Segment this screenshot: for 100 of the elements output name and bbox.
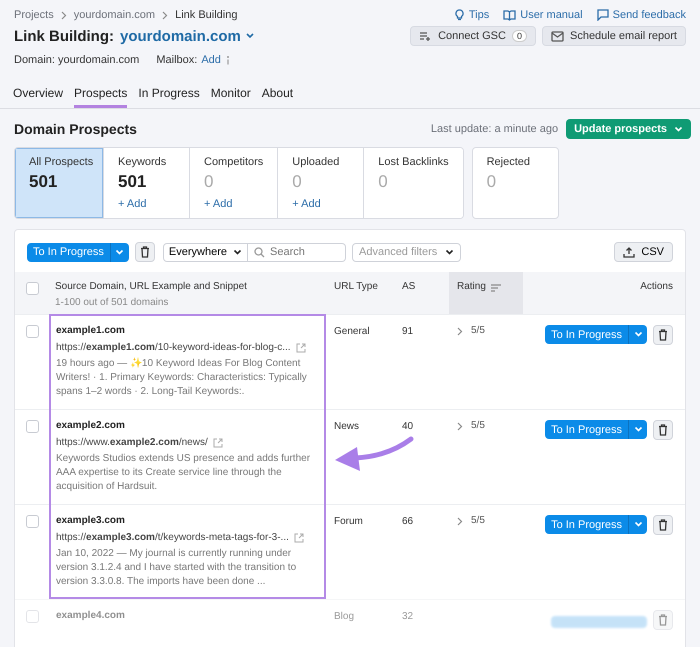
caret-icon — [445, 248, 454, 256]
scope-dropdown[interactable]: Everywhere — [162, 242, 248, 262]
chevron-icon[interactable] — [457, 422, 463, 431]
url-link[interactable]: https://www.example2.com/news/ — [56, 437, 208, 448]
schedule-email-button[interactable]: Schedule email report — [542, 26, 686, 46]
domain-name: example3.com — [56, 515, 126, 526]
nav-tab[interactable]: Prospects — [74, 86, 128, 108]
column-header[interactable]: URL Type — [326, 272, 396, 314]
to-in-progress-button[interactable]: To In Progress — [545, 325, 629, 344]
header-link[interactable]: Tips — [454, 9, 490, 21]
url-type: General — [334, 326, 370, 337]
column-header[interactable]: Source Domain, URL Example and Snippet 1-100 out of 501 domains — [49, 272, 326, 314]
header-link[interactable]: Send feedback — [596, 9, 686, 21]
delete-button[interactable] — [653, 420, 673, 440]
prospect-tab[interactable]: All Prospects 501 — [15, 148, 104, 218]
url-link[interactable]: https://example1.com/10-keyword-ideas-for-blog-c... — [56, 342, 291, 353]
chevron-icon[interactable] — [457, 327, 463, 336]
trash-icon — [658, 519, 668, 531]
nav-tab[interactable]: About — [262, 86, 294, 108]
caret-icon — [233, 248, 242, 256]
dropdown-button[interactable] — [629, 515, 647, 534]
envelope-icon — [550, 30, 564, 42]
speech-bubble-icon — [596, 9, 609, 21]
upload-icon — [623, 246, 636, 258]
column-header[interactable]: Actions — [523, 272, 685, 314]
trash-icon — [658, 329, 668, 341]
authority-score: 66 — [402, 516, 414, 527]
add-mailbox-link[interactable]: Add — [201, 54, 221, 66]
caret-icon — [244, 32, 255, 40]
row-checkbox[interactable] — [26, 515, 38, 528]
row-checkbox[interactable] — [26, 325, 38, 338]
caret-icon — [115, 248, 124, 256]
external-link-icon — [296, 342, 306, 352]
rating-value: 5/5 — [471, 325, 485, 336]
delete-button[interactable] — [653, 515, 673, 535]
info-icon — [224, 54, 231, 66]
chevron-icon[interactable] — [457, 517, 463, 526]
section-title: Domain Prospects — [14, 121, 137, 137]
chevron-icon — [60, 10, 67, 20]
rating-value: 5/5 — [471, 515, 485, 526]
rejected-tab[interactable]: Rejected 0 — [472, 147, 559, 219]
connect-gsc-button[interactable]: Connect GSC 0 — [410, 26, 536, 46]
caret-icon — [674, 126, 683, 132]
search-icon — [254, 246, 265, 258]
trash-icon — [140, 246, 150, 258]
url-type: News — [334, 421, 360, 432]
column-header[interactable]: Rating — [449, 272, 523, 314]
snippet-text: Jan 10, 2022 — My journal is currently running under version 3.1.2.4 and I have started with the transition to version 3.3.0.8. The imports have been done ... — [56, 547, 298, 589]
caret-icon — [634, 426, 642, 433]
to-in-progress-button[interactable]: To In Progress — [545, 515, 629, 534]
authority-score: 40 — [402, 421, 414, 432]
update-prospects-button[interactable]: Update prospects — [566, 119, 691, 139]
header-link[interactable]: User manual — [503, 9, 583, 21]
dropdown-button[interactable] — [110, 242, 129, 262]
url-type: Forum — [334, 516, 363, 527]
caret-icon — [634, 521, 642, 528]
page-title: Link Building: — [14, 28, 114, 44]
select-all-checkbox[interactable] — [26, 282, 38, 295]
nav-tab[interactable]: Monitor — [210, 86, 251, 108]
authority-score: 91 — [402, 326, 414, 337]
caret-icon — [634, 331, 642, 338]
row-checkbox[interactable] — [26, 420, 38, 433]
external-link-icon — [294, 532, 304, 542]
row-checkbox[interactable] — [26, 610, 38, 623]
list-plus-icon — [419, 30, 432, 42]
external-link-icon — [212, 438, 223, 448]
mailbox-label: Mailbox: — [156, 54, 198, 66]
count-badge: 0 — [512, 30, 527, 42]
lightbulb-icon — [454, 9, 465, 21]
delete-button[interactable] — [653, 325, 673, 345]
domain-name: example1.com — [56, 325, 126, 336]
nav-tab[interactable]: In Progress — [138, 86, 200, 108]
url-type: Blog — [334, 611, 354, 622]
nav-tab[interactable]: Overview — [13, 86, 64, 108]
export-csv-button[interactable]: CSV — [614, 242, 673, 262]
last-update-text: Last update: a minute ago — [430, 123, 558, 135]
domain-name: example2.com — [56, 420, 126, 431]
dropdown-button[interactable] — [629, 420, 647, 439]
snippet-text: 19 hours ago — ✨10 Keyword Ideas For Blog Content Writers! · 1. Primary Keywords: Characteristics: Typically spans 1–2 words · 2. Long-Tail Keywords:. — [56, 357, 308, 399]
snippet-text: Keywords Studios extends US presence and adds further AAA expertise to its Create service line through the acquisition of Hardsuit. — [56, 452, 312, 494]
domain-label: Domain: yourdomain.com — [14, 54, 140, 66]
breadcrumb-link[interactable]: Projects — [14, 9, 54, 21]
chevron-icon — [162, 10, 168, 20]
trash-icon — [658, 424, 668, 436]
to-in-progress-button[interactable]: To In Progress — [27, 242, 111, 262]
search-field[interactable]: Search — [248, 242, 346, 262]
book-icon — [503, 10, 516, 20]
rating-value: 5/5 — [471, 420, 485, 431]
authority-score: 32 — [402, 611, 414, 622]
dropdown-button[interactable] — [629, 325, 647, 344]
delete-button[interactable] — [134, 242, 155, 262]
breadcrumb-link[interactable]: Link Building — [175, 9, 238, 21]
breadcrumb-link[interactable]: yourdomain.com — [74, 9, 156, 21]
trash-icon — [658, 614, 668, 626]
url-link[interactable]: https://example3.com/t/keywords-meta-tags-for-3-... — [56, 532, 289, 543]
domain-selector[interactable]: yourdomain.com — [120, 28, 255, 44]
sort-icon — [490, 284, 501, 292]
domain-name: example4.com — [56, 610, 126, 621]
column-header[interactable]: AS — [396, 272, 449, 314]
to-in-progress-button[interactable]: To In Progress — [545, 420, 629, 439]
